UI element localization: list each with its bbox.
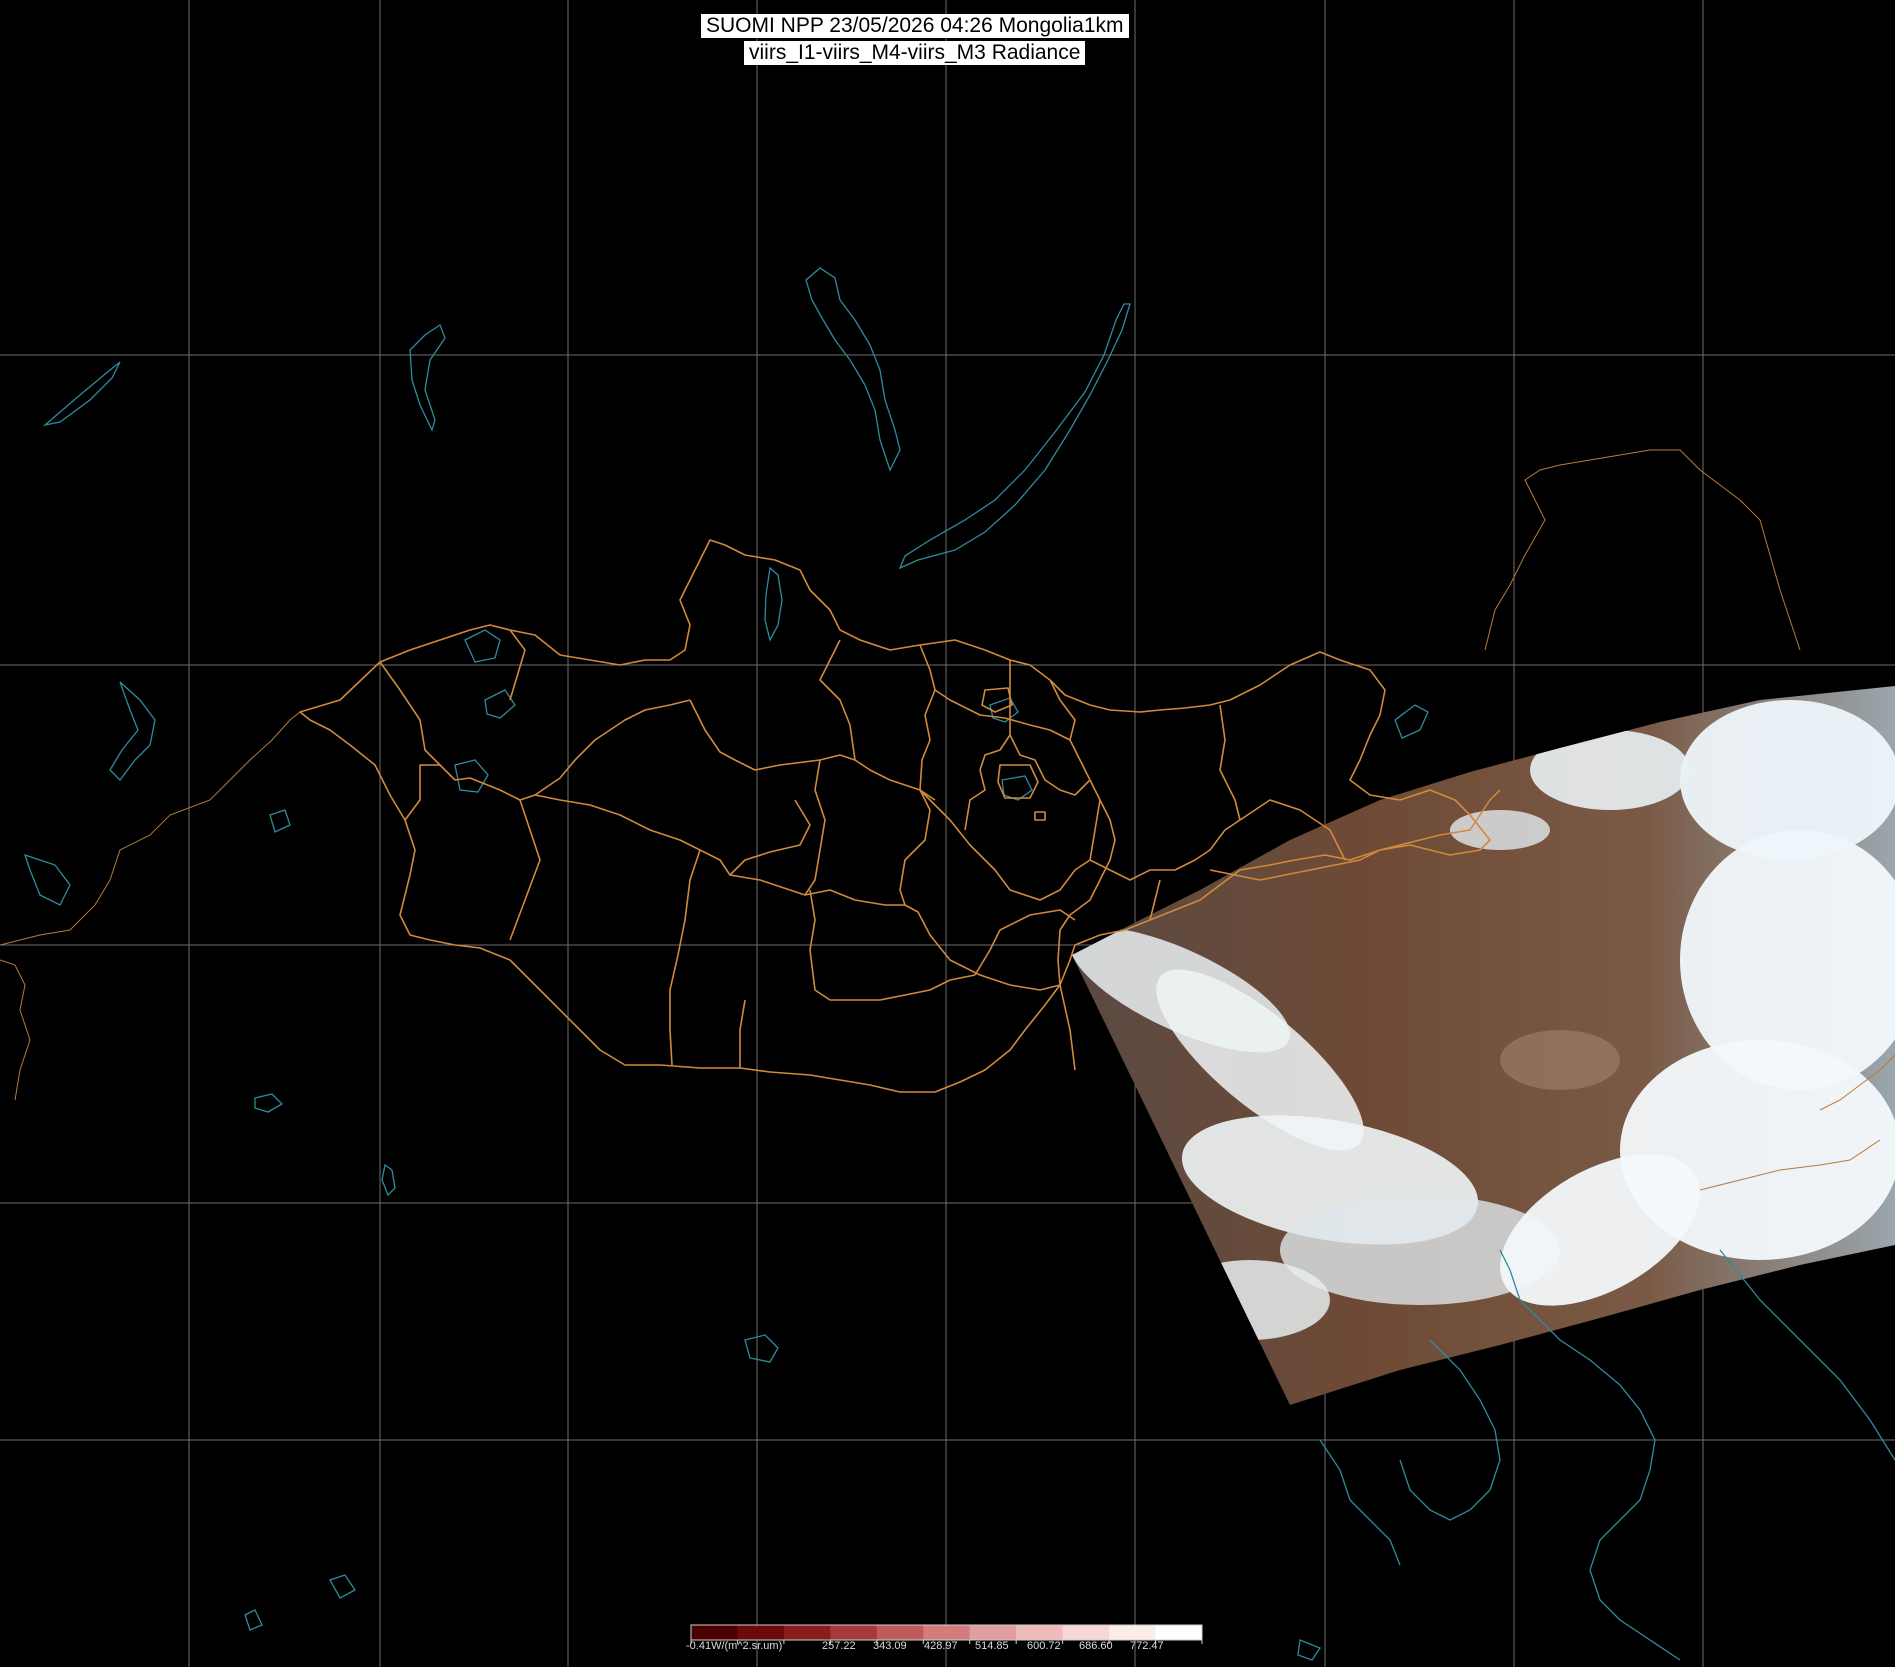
province-line-23 — [1089, 859, 1175, 881]
lake-south-10 — [244, 1609, 263, 1631]
colorbar-label-6: 686.60 — [1079, 1640, 1113, 1652]
colorbar-label-2: 343.09 — [873, 1640, 907, 1652]
coast-bohai — [1399, 1339, 1501, 1521]
darkhan-city — [981, 687, 1013, 713]
colorbar-label-7: 772.47 — [1130, 1640, 1164, 1652]
province-line-1 — [379, 661, 691, 801]
province-line-4 — [509, 799, 541, 941]
river-china-1 — [1319, 1439, 1401, 1566]
lake-south-9 — [329, 1574, 356, 1599]
lake-baikal — [898, 303, 1131, 570]
colorbar-swatch — [1062, 1625, 1110, 1640]
province-line-16 — [964, 660, 1011, 831]
province-line-12 — [819, 639, 856, 761]
river-reservoir — [805, 267, 901, 472]
lake-khuvsgul — [764, 566, 783, 642]
satellite-swath — [1072, 686, 1895, 1405]
colorbar-swatch — [876, 1625, 924, 1640]
lake-west-3 — [23, 853, 71, 906]
lake-south-7 — [744, 1334, 779, 1363]
province-line-21 — [1174, 819, 1241, 871]
title-line-2: viirs_I1-viirs_M4-viirs_M3 Radiance — [744, 41, 1086, 65]
colorbar-swatch — [969, 1625, 1017, 1640]
colorbar-label-4: 514.85 — [975, 1640, 1009, 1652]
province-line-17 — [1069, 739, 1101, 861]
colorbar-label-0: -0.41W/(m^2.sr.um) — [686, 1640, 783, 1652]
lake-southwest-5 — [254, 1093, 284, 1113]
province-line-6 — [689, 699, 936, 801]
title-line-1: SUOMI NPP 23/05/2026 04:26 Mongolia1km — [701, 14, 1129, 38]
small-enclave — [1034, 811, 1046, 821]
lake-west-4 — [269, 809, 291, 833]
province-line-8 — [669, 849, 701, 1066]
satellite-map — [0, 0, 1895, 1667]
colorbar-swatch — [830, 1625, 878, 1640]
lake-buir — [1001, 775, 1033, 801]
province-line-5 — [534, 794, 1061, 991]
lake-khar-us — [454, 759, 489, 793]
province-line-10 — [739, 999, 746, 1068]
lake-south-11 — [1297, 1639, 1321, 1661]
province-line-11 — [729, 799, 811, 876]
western-border-west — [0, 959, 31, 1101]
lake-central-1 — [484, 689, 516, 719]
province-line-13 — [899, 644, 936, 906]
colorbar-label-3: 428.97 — [924, 1640, 958, 1652]
coast-east-2 — [1719, 1249, 1895, 1461]
colorbar-swatch — [783, 1625, 831, 1640]
russia-northeast-border — [1484, 449, 1801, 651]
colorbar-swatch — [1109, 1625, 1157, 1640]
river-west-2 — [409, 324, 446, 432]
colorbar-swatch — [691, 1625, 738, 1640]
river-southwest — [109, 681, 156, 781]
russia-kazakh-border — [0, 711, 301, 946]
colorbar-swatch — [923, 1625, 971, 1640]
colorbar-swatch — [737, 1625, 785, 1640]
lake-west-1 — [42, 361, 121, 427]
province-line-3 — [404, 764, 440, 821]
province-line-20 — [1219, 704, 1241, 821]
lake-south-6 — [381, 1163, 396, 1197]
lake-uvs — [464, 629, 501, 663]
colorbar-label-5: 600.72 — [1027, 1640, 1061, 1652]
province-line-26 — [1059, 984, 1076, 1071]
colorbar-label-1: 257.22 — [822, 1640, 856, 1652]
colorbar-swatch — [1016, 1625, 1064, 1640]
colorbar-swatch — [1155, 1625, 1203, 1640]
province-line-15 — [934, 689, 1071, 741]
lake-northeast-8 — [1394, 704, 1429, 739]
province-line-28 — [974, 909, 1076, 976]
